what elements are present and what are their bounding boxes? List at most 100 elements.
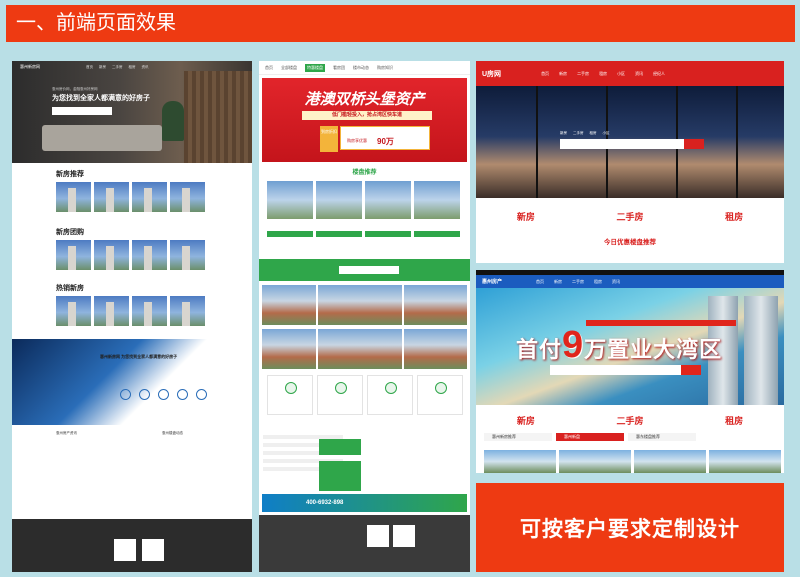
listing-thumb[interactable]: [170, 182, 205, 212]
nav-item[interactable]: 租房: [599, 71, 607, 77]
listing-thumb[interactable]: [414, 181, 460, 219]
chart-icon[interactable]: [196, 389, 207, 400]
nav-item[interactable]: 新房: [559, 71, 567, 77]
news-heading: 惠州楼盘动态: [162, 431, 183, 435]
service-cards: [267, 375, 463, 415]
listing-thumb[interactable]: [56, 296, 91, 326]
nav-item[interactable]: 小区: [617, 71, 625, 77]
search-button[interactable]: [681, 365, 701, 375]
nav-item-active[interactable]: 特惠楼盘: [305, 63, 325, 72]
subtab[interactable]: 惠州新房推荐: [484, 433, 552, 441]
listing-button[interactable]: [414, 231, 460, 237]
listing-button[interactable]: [365, 231, 411, 237]
category-rent[interactable]: 租房: [725, 210, 743, 223]
search-input[interactable]: [339, 266, 399, 274]
nav-item[interactable]: 楼市动态: [353, 65, 369, 71]
listing-thumb[interactable]: [316, 181, 362, 219]
nav-item[interactable]: 经纪人: [653, 71, 665, 77]
search-input[interactable]: [560, 139, 704, 149]
project-photo[interactable]: [262, 329, 316, 369]
listing-thumb[interactable]: [132, 240, 167, 270]
listing-thumb[interactable]: [94, 296, 129, 326]
user-icon[interactable]: [177, 389, 188, 400]
listing-button[interactable]: [267, 231, 313, 237]
listing-thumb[interactable]: [365, 181, 411, 219]
house-icon: [435, 382, 447, 394]
nav-item[interactable]: 二手房: [577, 71, 589, 77]
project-photo[interactable]: [404, 329, 467, 369]
listing-thumb[interactable]: [559, 450, 631, 473]
nav-item[interactable]: 看房团: [333, 65, 345, 71]
nav-item[interactable]: 新房: [554, 279, 562, 285]
service-card[interactable]: [317, 375, 363, 415]
listing-thumb[interactable]: [267, 181, 313, 219]
site-logo[interactable]: 惠州新房网: [20, 64, 40, 70]
hotline-banner[interactable]: 400-6932-898: [262, 494, 467, 512]
nav-item[interactable]: 资讯: [612, 279, 620, 285]
category-new[interactable]: 新房: [517, 414, 535, 427]
promo-banner[interactable]: 港澳双桥头堡资产 低门槛轻投入，抢占湾区快车道 到房折扣 购房享优惠 90万: [262, 78, 467, 162]
project-photo[interactable]: [262, 285, 316, 325]
project-photo[interactable]: [318, 285, 402, 325]
nav-item[interactable]: 资讯: [142, 65, 149, 70]
hero-slogan: 首付9万置业大湾区: [516, 324, 722, 367]
listing-thumb[interactable]: [56, 240, 91, 270]
news-thumb[interactable]: [319, 439, 361, 455]
search-button[interactable]: [684, 139, 704, 149]
listing-row: [56, 296, 205, 326]
document-icon: [385, 382, 397, 394]
screenshot-bay-area-home: 惠州房产 首页 新房 二手房 租房 资讯 首付9万置业大湾区 新房 二手房 租房…: [476, 270, 784, 473]
site-logo[interactable]: 惠州房产: [482, 278, 502, 285]
news-thumb[interactable]: [319, 475, 361, 491]
listing-thumb[interactable]: [709, 450, 781, 473]
project-photo[interactable]: [318, 329, 402, 369]
nav-item[interactable]: 首页: [536, 279, 544, 285]
search-tab[interactable]: 新房: [560, 131, 567, 136]
listing-thumb[interactable]: [484, 450, 556, 473]
listing-thumb[interactable]: [634, 450, 706, 473]
listing-thumb[interactable]: [132, 182, 167, 212]
listing-thumb[interactable]: [94, 240, 129, 270]
search-input[interactable]: [52, 107, 112, 115]
listing-thumb[interactable]: [170, 240, 205, 270]
nav-item[interactable]: 首页: [86, 65, 93, 70]
search-input[interactable]: [550, 365, 700, 375]
gift-icon[interactable]: [139, 389, 150, 400]
search-tab[interactable]: 小区: [603, 131, 610, 136]
search-tab[interactable]: 二手房: [573, 131, 584, 136]
discount-tag: 到房折扣: [320, 126, 338, 152]
nav-item[interactable]: 首页: [541, 71, 549, 77]
nav-item[interactable]: 购房知识: [377, 65, 393, 71]
category-new[interactable]: 新房: [517, 210, 535, 223]
nav-item[interactable]: 二手房: [572, 279, 584, 285]
subtab[interactable]: 惠东楼盘推荐: [628, 433, 696, 441]
search-tabs: 新房 二手房 租房 小区: [560, 131, 610, 136]
nav-item[interactable]: 首页: [265, 65, 273, 71]
nav-item[interactable]: 租房: [129, 65, 136, 70]
subtab-active[interactable]: 惠州新盘: [556, 433, 624, 441]
search-tab[interactable]: 租房: [590, 131, 597, 136]
subtab-bar: 惠州新房推荐 惠州新盘 惠东楼盘推荐: [484, 433, 696, 441]
site-logo[interactable]: U房网: [482, 69, 501, 79]
nav-item[interactable]: 资讯: [635, 71, 643, 77]
cloud-icon[interactable]: [158, 389, 169, 400]
house-icon[interactable]: [120, 389, 131, 400]
listing-thumb[interactable]: [94, 182, 129, 212]
nav-item[interactable]: 租房: [594, 279, 602, 285]
service-card[interactable]: [417, 375, 463, 415]
service-card[interactable]: [267, 375, 313, 415]
nav-item[interactable]: 新房: [99, 65, 106, 70]
category-resale[interactable]: 二手房: [616, 414, 643, 427]
listing-thumb[interactable]: [170, 296, 205, 326]
nav-item[interactable]: 全部楼盘: [281, 65, 297, 71]
project-photo[interactable]: [404, 285, 467, 325]
section-heading: 今日优惠楼盘推荐: [604, 239, 656, 246]
listing-thumb[interactable]: [56, 182, 91, 212]
category-resale[interactable]: 二手房: [616, 210, 643, 223]
window-frame: [736, 86, 738, 198]
nav-item[interactable]: 二手房: [112, 65, 123, 70]
service-card[interactable]: [367, 375, 413, 415]
listing-button[interactable]: [316, 231, 362, 237]
category-rent[interactable]: 租房: [725, 414, 743, 427]
listing-thumb[interactable]: [132, 296, 167, 326]
